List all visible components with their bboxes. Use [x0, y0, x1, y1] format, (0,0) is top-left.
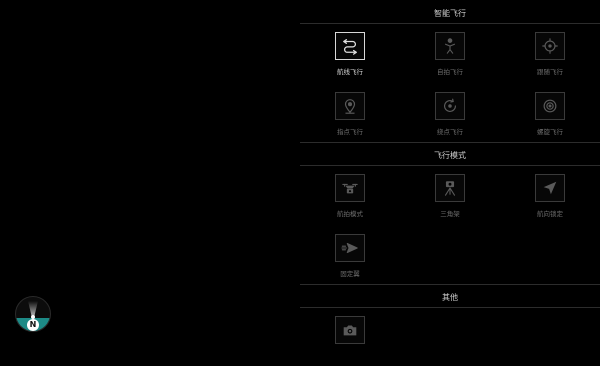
app-screen: N 智能飞行 航线飞行 自拍飞行 跟随飞行 指点飞行 绕点飞行 螺旋飞行 飞行模…: [0, 0, 600, 344]
crosshair-icon: [535, 32, 565, 60]
section-divider: [300, 23, 600, 24]
tile-waypoint[interactable]: 航线飞行: [320, 32, 380, 82]
tile-label: 螺旋飞行: [537, 128, 563, 136]
tile-selfie-flight[interactable]: 自拍飞行: [420, 32, 480, 82]
section-title-smart-flight: 智能飞行: [434, 9, 466, 18]
section-title-flight-mode: 飞行模式: [434, 151, 466, 160]
map-view[interactable]: N: [0, 0, 300, 338]
section-divider: [300, 284, 600, 285]
tile-label: 固定翼: [340, 270, 360, 278]
section-divider: [300, 307, 600, 308]
tile-point-flight[interactable]: 指点飞行: [320, 92, 380, 142]
tile-orbit-flight[interactable]: 绕点飞行: [420, 92, 480, 142]
flight-mode-panel: 智能飞行 航线飞行 自拍飞行 跟随飞行 指点飞行 绕点飞行 螺旋飞行 飞行模式 …: [300, 0, 600, 344]
navigation-arrow-icon: [535, 174, 565, 202]
tile-label: 航线飞行: [337, 68, 363, 76]
north-indicator: N: [27, 319, 39, 331]
paper-plane-icon: [335, 234, 365, 262]
drone-camera-icon: [335, 174, 365, 202]
orbit-icon: [435, 92, 465, 120]
map-pin-icon: [335, 92, 365, 120]
spiral-icon: [535, 92, 565, 120]
tile-camera[interactable]: [320, 316, 380, 366]
section-divider: [300, 142, 600, 143]
camera-icon: [335, 316, 365, 344]
route-icon: [335, 32, 365, 60]
tripod-icon: [435, 174, 465, 202]
tile-fixed-wing[interactable]: 固定翼: [320, 234, 380, 284]
tile-tripod-mode[interactable]: 三角架: [420, 174, 480, 224]
tile-label: 航拍模式: [337, 210, 363, 218]
tile-follow-flight[interactable]: 跟随飞行: [520, 32, 580, 82]
tile-label: 绕点飞行: [437, 128, 463, 136]
tile-heading-lock[interactable]: 航向锁定: [520, 174, 580, 224]
section-divider: [300, 165, 600, 166]
tile-label: 航向锁定: [537, 210, 563, 218]
section-title-other: 其他: [442, 293, 458, 302]
tile-label: 跟随飞行: [537, 68, 563, 76]
tile-spiral-flight[interactable]: 螺旋飞行: [520, 92, 580, 142]
tile-aerial-mode[interactable]: 航拍模式: [320, 174, 380, 224]
compass-widget[interactable]: N: [15, 296, 51, 332]
tile-label: 三角架: [440, 210, 460, 218]
tile-label: 指点飞行: [337, 128, 363, 136]
person-icon: [435, 32, 465, 60]
tile-label: 自拍飞行: [437, 68, 463, 76]
